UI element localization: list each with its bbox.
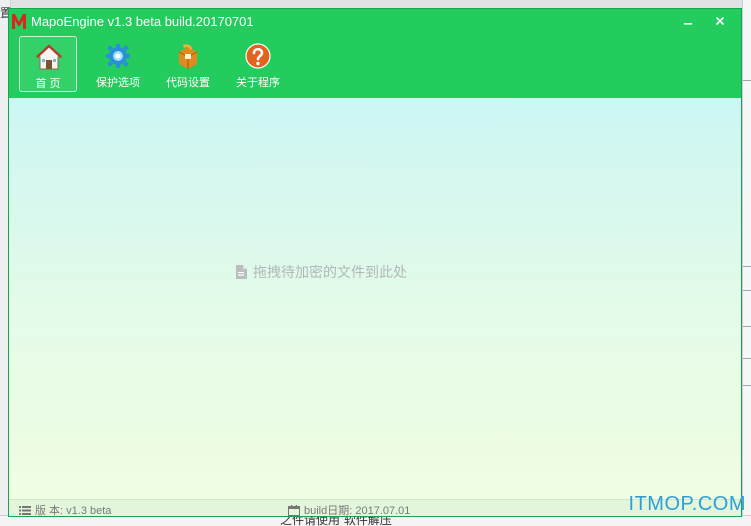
status-build-date: build日期: 2017.07.01 [288, 502, 411, 517]
drop-hint: 拖拽待加密的文件到此处 [235, 262, 407, 282]
status-version: 版 本: v1.3 beta [19, 502, 112, 517]
code-box-icon [178, 44, 198, 69]
home-icon [35, 44, 63, 70]
version-text: 版 本: v1.3 beta [35, 505, 112, 517]
title-bar[interactable]: MapoEngine v1.3 beta build.20170701 [9, 9, 741, 35]
tab-protect-options-label: 保护选项 [96, 77, 140, 89]
background-bottom-text: 之件请使用 软件解压 [280, 516, 540, 526]
app-logo-icon [12, 14, 26, 29]
file-drop-area[interactable]: 拖拽待加密的文件到此处 [9, 98, 741, 499]
tab-about[interactable]: 关于程序 [229, 36, 287, 92]
tab-home[interactable]: 首 页 [19, 36, 77, 92]
tab-protect-options[interactable]: 保护选项 [89, 36, 147, 92]
background-divider [743, 358, 751, 359]
toolbar: 首 页 保护选项 代码设置 关于程序 [9, 35, 741, 98]
tab-about-label: 关于程序 [236, 77, 280, 89]
background-divider [743, 80, 751, 81]
question-icon [245, 43, 271, 69]
tab-code-settings[interactable]: 代码设置 [159, 36, 217, 92]
watermark-text: ITMOP.COM [628, 493, 746, 515]
drop-hint-text: 拖拽待加密的文件到此处 [253, 264, 407, 280]
minimize-icon [684, 23, 692, 25]
file-icon [236, 265, 247, 279]
minimize-button[interactable] [677, 11, 699, 31]
background-divider [743, 266, 751, 267]
close-button[interactable] [709, 11, 731, 31]
app-window: MapoEngine v1.3 beta build.20170701 首 页 [8, 8, 742, 517]
background-divider [743, 326, 751, 327]
calendar-icon [288, 504, 300, 516]
list-icon [19, 506, 31, 515]
gear-icon [106, 44, 130, 68]
background-divider [743, 385, 751, 386]
tab-home-label: 首 页 [35, 78, 61, 90]
build-date-text: build日期: 2017.07.01 [304, 505, 411, 517]
close-icon [715, 16, 725, 26]
background-window-right [742, 0, 751, 526]
tab-code-settings-label: 代码设置 [166, 77, 210, 89]
window-title: MapoEngine v1.3 beta build.20170701 [31, 14, 254, 29]
background-divider [743, 290, 751, 291]
background-bottom-label: 之件请使用 软件解压 [280, 516, 392, 526]
